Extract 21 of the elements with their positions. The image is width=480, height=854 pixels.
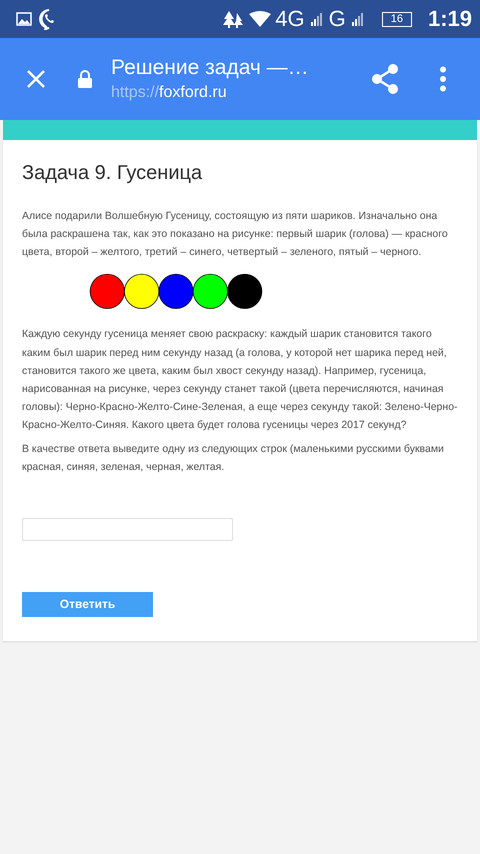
task-title: Задача 9. Гусеница	[22, 162, 202, 185]
task-text: Каждую секунду гусеница меняет свою раскраску: каждый шарик становится такого каким был шарик перед ним секунду назад (а голова, у которой нет шарика перед ней, становится такого же цвета, каким был хвост секунду назад). Например, гусеница, нарисованная на рисунке, через секунду станет такой (цвета перечисляются, начиная головы): Черно-Красно-Желто-Сине-Зеленая, а еще через секунду такой: Зелено-Черно- Красно-Желто-Синяя. Какого цвета будет голова гусеницы через 2017 секунд?	[22, 327, 458, 434]
image-icon	[16, 11, 32, 27]
task-text: Алисе подарили Волшебную Гусеницу, состоящую из пяти шариков. Изначально она была раскрашена так, как это показано на рисунке: первый шарик (голова) — красного цвета, второй – желтого, третий – синего, четвертый – зеленого, пятый – черного.	[22, 209, 448, 260]
lock-icon	[78, 70, 92, 88]
network-label: G	[328, 6, 346, 32]
menu-icon[interactable]	[439, 66, 447, 92]
signal-icon	[310, 12, 325, 26]
clock: 1:19	[428, 6, 472, 32]
trees-icon	[223, 10, 244, 28]
page-title: Решение задач —…	[111, 56, 310, 80]
battery-indicator: 16	[382, 12, 412, 26]
wifi-icon	[249, 11, 272, 27]
page-url: https://foxford.ru	[111, 84, 228, 102]
signal-icon	[352, 12, 366, 26]
share-icon[interactable]	[371, 64, 399, 94]
submit-button[interactable]: Ответить	[22, 592, 153, 617]
network-label: 4G	[275, 6, 305, 32]
answer-field[interactable]	[22, 518, 233, 541]
task-text: В качестве ответа выведите одну из следующих строк (маленькими русскими буквами красная, синяя, зеленая, черная, желтая.	[22, 442, 444, 475]
close-icon[interactable]	[25, 68, 47, 90]
